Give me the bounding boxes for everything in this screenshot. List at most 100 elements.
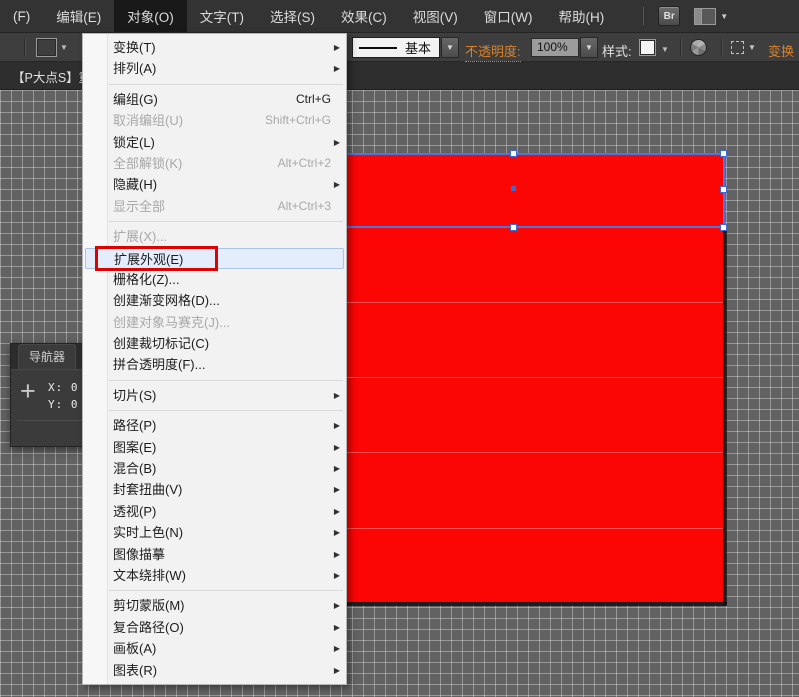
menubar-item[interactable]: 帮助(H) bbox=[545, 0, 617, 32]
menu-item[interactable]: 创建裁切标记(C) bbox=[83, 333, 346, 354]
fill-color-control[interactable]: ▼ bbox=[36, 38, 68, 57]
menu-item-label: 创建渐变网格(D)... bbox=[113, 293, 220, 308]
rectangle-edge bbox=[305, 377, 723, 378]
menubar-item[interactable]: 视图(V) bbox=[400, 0, 471, 32]
artwork-shadow bbox=[309, 602, 727, 606]
select-similar-control[interactable]: ▼ bbox=[731, 41, 756, 54]
brush-definition-select[interactable]: 基本 bbox=[352, 37, 440, 58]
menu-item[interactable]: 剪切蒙版(M)▶ bbox=[83, 595, 346, 616]
submenu-arrow-icon: ▶ bbox=[334, 660, 340, 681]
opacity-dropdown-button[interactable]: ▼ bbox=[580, 37, 598, 58]
submenu-arrow-icon: ▶ bbox=[334, 638, 340, 659]
menubar-right-group: Br ▼ bbox=[643, 6, 728, 26]
control-separator bbox=[680, 39, 681, 56]
menu-item[interactable]: 栅格化(Z)... bbox=[83, 269, 346, 290]
menu-item[interactable]: 排列(A)▶ bbox=[83, 58, 346, 79]
menu-item-label: 扩展(X)... bbox=[113, 229, 167, 244]
submenu-arrow-icon: ▶ bbox=[334, 58, 340, 79]
selection-center-anchor[interactable] bbox=[511, 186, 516, 191]
menubar: (F)编辑(E)对象(O)文字(T)选择(S)效果(C)视图(V)窗口(W)帮助… bbox=[0, 0, 799, 33]
recolor-artwork-icon[interactable] bbox=[690, 39, 707, 56]
menu-item[interactable]: 图表(R)▶ bbox=[83, 660, 346, 681]
menu-item[interactable]: 切片(S)▶ bbox=[83, 385, 346, 406]
menu-item[interactable]: 创建渐变网格(D)... bbox=[83, 290, 346, 311]
transform-link[interactable]: 变换 bbox=[768, 41, 794, 60]
chevron-down-icon: ▼ bbox=[720, 12, 728, 21]
menu-item-label: 创建对象马赛克(J)... bbox=[113, 315, 230, 330]
menu-item: 取消编组(U)Shift+Ctrl+G bbox=[83, 110, 346, 131]
menu-item[interactable]: 混合(B) ▶ bbox=[83, 458, 346, 479]
menubar-item[interactable]: 文字(T) bbox=[187, 0, 257, 32]
submenu-arrow-icon: ▶ bbox=[334, 501, 340, 522]
submenu-arrow-icon: ▶ bbox=[334, 458, 340, 479]
menu-item-label: 取消编组(U) bbox=[113, 113, 183, 128]
stroke-preview-icon bbox=[359, 47, 397, 49]
selection-handle-bottom-center[interactable] bbox=[510, 224, 517, 231]
menu-item[interactable]: 透视(P) ▶ bbox=[83, 501, 346, 522]
chevron-down-icon: ▼ bbox=[60, 43, 68, 52]
menu-item[interactable]: 路径(P) ▶ bbox=[83, 415, 346, 436]
menu-item-label: 透视(P) bbox=[113, 504, 156, 519]
menu-item: 创建对象马赛克(J)... bbox=[83, 312, 346, 333]
menu-item-label: 锁定(L) bbox=[113, 135, 155, 150]
tab-navigator[interactable]: 导航器 bbox=[18, 344, 76, 369]
menu-item-label: 画板(A) bbox=[113, 641, 156, 656]
menubar-item[interactable]: 效果(C) bbox=[328, 0, 400, 32]
submenu-arrow-icon: ▶ bbox=[334, 415, 340, 436]
workspace-layout-icon bbox=[694, 8, 716, 25]
menu-item-label: 图像描摹 bbox=[113, 547, 165, 562]
bridge-button[interactable]: Br bbox=[658, 6, 680, 26]
selection-handle-right-middle[interactable] bbox=[720, 186, 727, 193]
menu-separator bbox=[109, 380, 343, 381]
object-menu-dropdown: 变换(T)▶排列(A)▶ 编组(G)Ctrl+G取消编组(U)Shift+Ctrl… bbox=[82, 33, 347, 685]
menu-item[interactable]: 图像描摹▶ bbox=[83, 544, 346, 565]
menu-item[interactable]: 文本绕排(W) ▶ bbox=[83, 565, 346, 586]
menu-item-label: 切片(S) bbox=[113, 388, 156, 403]
submenu-arrow-icon: ▶ bbox=[334, 617, 340, 638]
fill-color-swatch[interactable] bbox=[36, 38, 57, 57]
menubar-item[interactable]: 对象(O) bbox=[114, 0, 187, 32]
menu-item-label: 路径(P) bbox=[113, 418, 156, 433]
chevron-down-icon[interactable]: ▼ bbox=[661, 45, 669, 54]
menu-item-label: 混合(B) bbox=[113, 461, 156, 476]
menu-item-label: 创建裁切标记(C) bbox=[113, 336, 209, 351]
opacity-input[interactable]: 100% bbox=[531, 38, 579, 57]
menubar-item[interactable]: 选择(S) bbox=[257, 0, 328, 32]
crosshair-icon: + bbox=[20, 378, 36, 405]
selection-handle-top-right[interactable] bbox=[720, 150, 727, 157]
menu-item[interactable]: 隐藏(H)▶ bbox=[83, 174, 346, 195]
menubar-item[interactable]: (F) bbox=[0, 0, 43, 32]
rectangle-edge bbox=[305, 528, 723, 529]
menu-item[interactable]: 实时上色(N)▶ bbox=[83, 522, 346, 543]
menubar-item[interactable]: 窗口(W) bbox=[471, 0, 546, 32]
brush-dropdown-button[interactable]: ▼ bbox=[441, 37, 459, 58]
menu-item[interactable]: 复合路径(O)▶ bbox=[83, 617, 346, 638]
menu-item[interactable]: 编组(G)Ctrl+G bbox=[83, 89, 346, 110]
menu-item[interactable]: 锁定(L)▶ bbox=[83, 132, 346, 153]
menu-item-shortcut: Alt+Ctrl+2 bbox=[278, 153, 331, 174]
menu-item[interactable]: 画板(A) ▶ bbox=[83, 638, 346, 659]
menu-item-label: 实时上色(N) bbox=[113, 525, 183, 540]
chevron-down-icon: ▼ bbox=[748, 43, 756, 52]
workspace-switcher[interactable]: ▼ bbox=[694, 8, 728, 25]
menu-item: 扩展(X)... bbox=[83, 226, 346, 247]
menu-item[interactable]: 变换(T)▶ bbox=[83, 37, 346, 58]
opacity-link[interactable]: 不透明度: bbox=[465, 41, 521, 62]
menu-item-label: 文本绕排(W) bbox=[113, 568, 186, 583]
menu-item[interactable]: 图案(E)▶ bbox=[83, 437, 346, 458]
style-label: 样式: bbox=[602, 41, 632, 60]
red-rectangle-stack[interactable] bbox=[305, 228, 723, 602]
submenu-arrow-icon: ▶ bbox=[334, 565, 340, 586]
menu-item[interactable]: 封套扭曲(V) ▶ bbox=[83, 479, 346, 500]
menubar-items: (F)编辑(E)对象(O)文字(T)选择(S)效果(C)视图(V)窗口(W)帮助… bbox=[0, 0, 617, 32]
menu-item[interactable]: 扩展外观(E) bbox=[85, 248, 344, 269]
style-swatch[interactable] bbox=[639, 39, 656, 56]
selection-handle-bottom-right[interactable] bbox=[720, 224, 727, 231]
selection-handle-top-center[interactable] bbox=[510, 150, 517, 157]
menu-item-label: 封套扭曲(V) bbox=[113, 482, 182, 497]
menu-item[interactable]: 拼合透明度(F)... bbox=[83, 354, 346, 375]
menu-separator bbox=[109, 410, 343, 411]
submenu-arrow-icon: ▶ bbox=[334, 479, 340, 500]
menubar-separator bbox=[643, 7, 644, 25]
menubar-item[interactable]: 编辑(E) bbox=[43, 0, 114, 32]
